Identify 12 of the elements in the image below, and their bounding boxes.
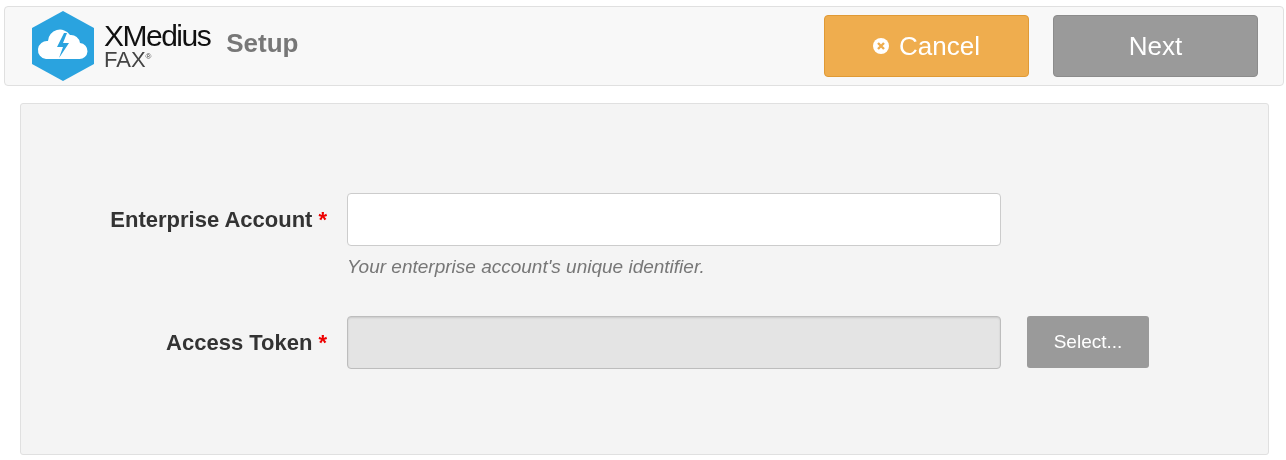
field-label: Access Token [166, 330, 313, 356]
field-label: Enterprise Account [110, 207, 313, 233]
field-hint: Your enterprise account's unique identifier. [347, 256, 706, 278]
logo-wordmark: XMedius [104, 21, 211, 51]
page-title: Setup [226, 27, 299, 59]
required-asterisk: * [318, 207, 327, 233]
cancel-button[interactable]: Cancel [824, 15, 1029, 77]
logo-product-name: FAX$^{®}$ [104, 49, 153, 71]
required-asterisk: * [318, 330, 327, 356]
input-field[interactable] [347, 193, 1001, 246]
close-icon [873, 38, 890, 54]
cloud-lightning-logo-icon [30, 9, 96, 83]
